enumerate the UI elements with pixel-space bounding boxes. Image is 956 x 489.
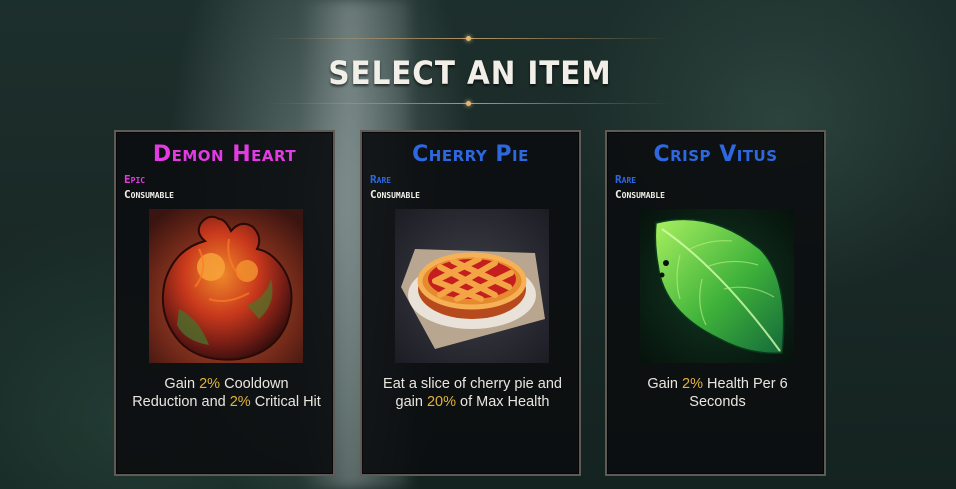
desc-text: Gain bbox=[164, 376, 200, 392]
item-name: Crisp Vitus bbox=[653, 142, 778, 167]
header-ornament-top bbox=[466, 36, 471, 41]
item-type: Consumable bbox=[124, 188, 174, 201]
desc-text: of Max Health bbox=[455, 394, 550, 410]
item-card-demon-heart[interactable]: Demon Heart Epic Consumable Gain 2% Cool… bbox=[114, 130, 335, 476]
item-rarity: Rare bbox=[370, 173, 392, 186]
desc-highlight: 2% bbox=[682, 376, 703, 392]
desc-highlight: 20% bbox=[426, 394, 456, 410]
item-description: Gain 2% Cooldown Reduction and 2% Critic… bbox=[130, 375, 323, 411]
leaf-icon bbox=[640, 209, 794, 363]
header: SELECT AN ITEM bbox=[270, 36, 670, 106]
cherry-pie-icon bbox=[395, 209, 549, 363]
desc-text: Health Per 6 Seconds bbox=[689, 376, 788, 410]
item-type: Consumable bbox=[370, 188, 420, 201]
desc-text: Critical Hit bbox=[250, 394, 321, 410]
demon-heart-icon bbox=[149, 209, 303, 363]
item-description: Eat a slice of cherry pie and gain 20% o… bbox=[376, 375, 569, 411]
item-name: Cherry Pie bbox=[412, 142, 529, 167]
item-rarity: Epic bbox=[124, 173, 146, 186]
item-rarity: Rare bbox=[615, 173, 637, 186]
page-title: SELECT AN ITEM bbox=[328, 54, 612, 92]
item-card-crisp-vitus[interactable]: Crisp Vitus Rare Consumable Gain 2% Heal… bbox=[605, 130, 826, 476]
header-ornament-bottom bbox=[466, 101, 471, 106]
desc-highlight: 2% bbox=[229, 394, 251, 410]
item-type: Consumable bbox=[615, 188, 665, 201]
desc-highlight: 2% bbox=[199, 376, 221, 392]
item-card-cherry-pie[interactable]: Cherry Pie Rare Consumable Eat a slice o… bbox=[360, 130, 581, 476]
item-description: Gain 2% Health Per 6 Seconds bbox=[621, 375, 814, 411]
item-name: Demon Heart bbox=[152, 142, 297, 167]
desc-text: Gain bbox=[647, 376, 683, 392]
